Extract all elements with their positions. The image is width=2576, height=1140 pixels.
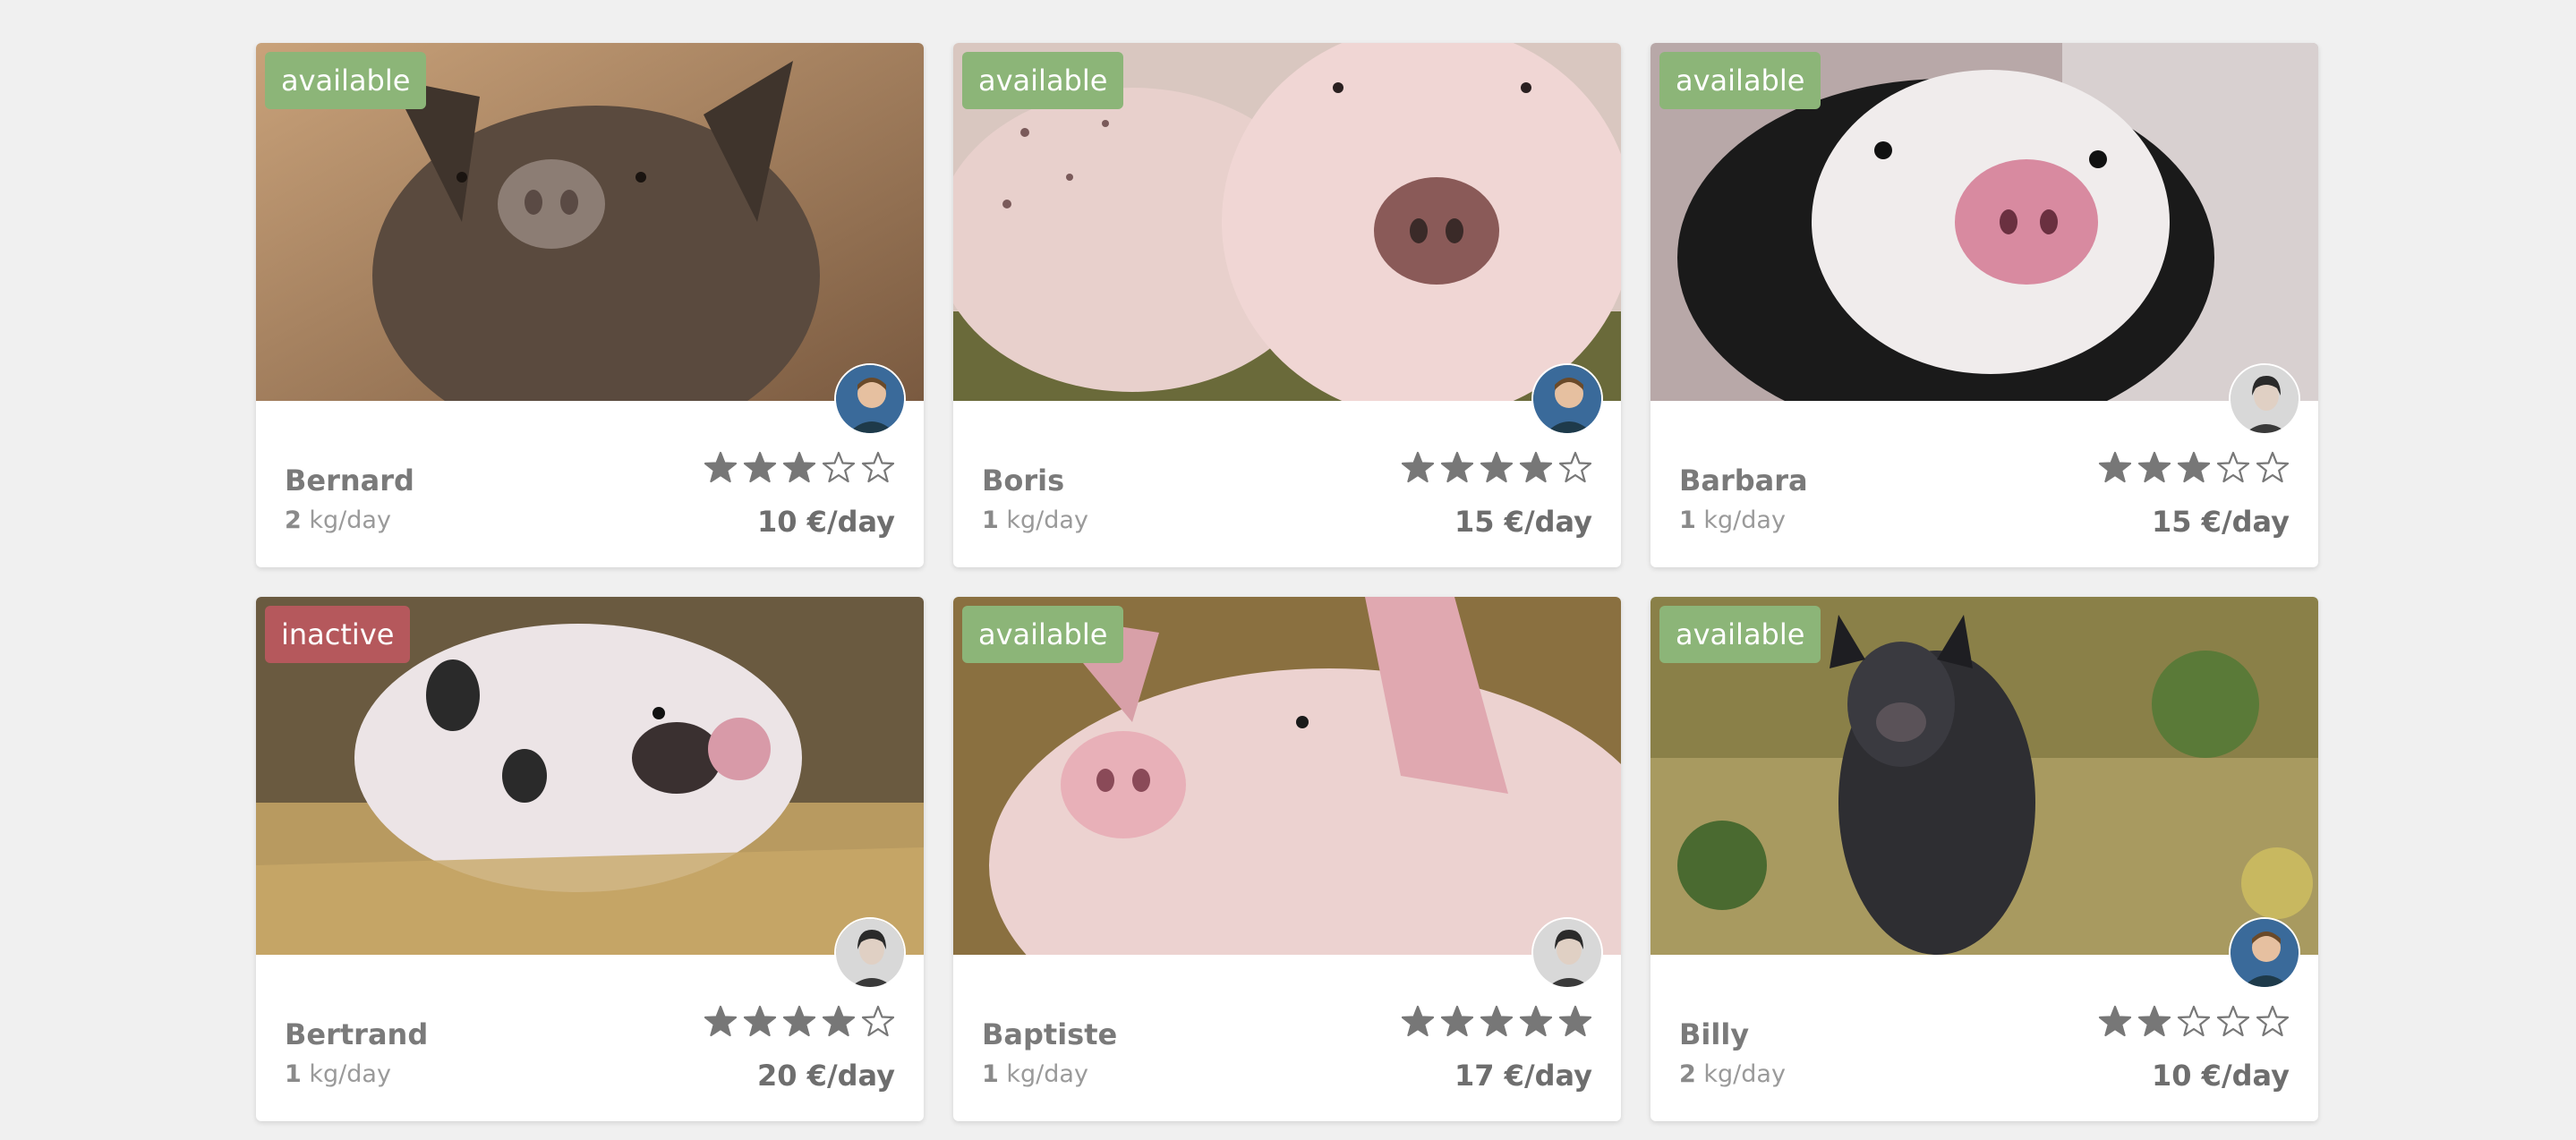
star-filled-icon: [782, 451, 816, 483]
feed-unit: kg/day: [1006, 506, 1088, 534]
star-filled-icon: [1519, 451, 1553, 483]
feed-unit: kg/day: [1703, 1060, 1786, 1088]
status-badge: available: [1659, 52, 1821, 109]
feed-amount: 1: [1679, 506, 1696, 534]
pig-feed: 2 kg/day: [1679, 1060, 1786, 1088]
star-empty-icon: [2177, 1005, 2211, 1037]
star-filled-icon: [1558, 1005, 1592, 1037]
star-filled-icon: [2177, 451, 2211, 483]
feed-unit: kg/day: [309, 1060, 391, 1088]
star-empty-icon: [822, 451, 856, 483]
pig-price: 10 €/day: [757, 505, 895, 539]
pig-price: 17 €/day: [1454, 1059, 1592, 1093]
star-empty-icon: [2256, 1005, 2290, 1037]
pig-card-grid: available Bernard 2 kg/day 10 €/day avai…: [256, 43, 2318, 1121]
pig-name: Boris: [982, 464, 1065, 498]
star-filled-icon: [2098, 1005, 2132, 1037]
pig-price: 20 €/day: [757, 1059, 895, 1093]
star-empty-icon: [1558, 451, 1592, 483]
pig-info: Barbara 1 kg/day 15 €/day: [1651, 401, 2318, 567]
star-filled-icon: [743, 451, 777, 483]
star-empty-icon: [861, 451, 895, 483]
status-badge: available: [1659, 606, 1821, 663]
pig-info: Bernard 2 kg/day 10 €/day: [256, 401, 924, 567]
star-empty-icon: [2216, 1005, 2250, 1037]
feed-amount: 1: [982, 506, 999, 534]
star-filled-icon: [822, 1005, 856, 1037]
feed-unit: kg/day: [309, 506, 391, 534]
pig-price: 15 €/day: [1454, 505, 1592, 539]
star-filled-icon: [1480, 451, 1514, 483]
star-filled-icon: [2137, 1005, 2171, 1037]
rating-stars: [704, 451, 895, 485]
star-filled-icon: [2137, 451, 2171, 483]
pig-card[interactable]: available Billy 2 kg/day 10 €/day: [1651, 597, 2318, 1121]
status-badge: available: [265, 52, 427, 109]
feed-unit: kg/day: [1006, 1060, 1088, 1088]
pig-info: Billy 2 kg/day 10 €/day: [1651, 955, 2318, 1121]
rating-stars: [704, 1005, 895, 1039]
star-filled-icon: [1480, 1005, 1514, 1037]
star-empty-icon: [2216, 451, 2250, 483]
star-filled-icon: [743, 1005, 777, 1037]
pig-card[interactable]: available Bernard 2 kg/day 10 €/day: [256, 43, 924, 567]
status-badge: inactive: [265, 606, 411, 663]
feed-amount: 2: [285, 506, 302, 534]
star-filled-icon: [1401, 1005, 1435, 1037]
pig-name: Bertrand: [285, 1017, 429, 1051]
pig-card[interactable]: available Barbara 1 kg/day 15 €/day: [1651, 43, 2318, 567]
rating-stars: [2098, 451, 2290, 485]
pig-info: Boris 1 kg/day 15 €/day: [953, 401, 1621, 567]
pig-name: Bernard: [285, 464, 414, 498]
pig-feed: 1 kg/day: [982, 506, 1088, 534]
feed-amount: 1: [982, 1060, 999, 1088]
star-filled-icon: [1401, 451, 1435, 483]
pig-price: 10 €/day: [2152, 1059, 2290, 1093]
pig-feed: 2 kg/day: [285, 506, 391, 534]
star-filled-icon: [704, 1005, 738, 1037]
star-filled-icon: [2098, 451, 2132, 483]
pig-card[interactable]: available Boris 1 kg/day 15 €/day: [953, 43, 1621, 567]
pig-name: Billy: [1679, 1017, 1750, 1051]
pig-name: Barbara: [1679, 464, 1808, 498]
feed-amount: 2: [1679, 1060, 1696, 1088]
pig-feed: 1 kg/day: [285, 1060, 391, 1088]
rating-stars: [1401, 1005, 1592, 1039]
pig-card[interactable]: inactive Bertrand 1 kg/day 20 €/day: [256, 597, 924, 1121]
pig-price: 15 €/day: [2152, 505, 2290, 539]
rating-stars: [1401, 451, 1592, 485]
feed-unit: kg/day: [1703, 506, 1786, 534]
status-badge: available: [962, 52, 1124, 109]
pig-feed: 1 kg/day: [1679, 506, 1786, 534]
pig-info: Bertrand 1 kg/day 20 €/day: [256, 955, 924, 1121]
star-filled-icon: [704, 451, 738, 483]
pig-info: Baptiste 1 kg/day 17 €/day: [953, 955, 1621, 1121]
pig-name: Baptiste: [982, 1017, 1118, 1051]
rating-stars: [2098, 1005, 2290, 1039]
star-empty-icon: [861, 1005, 895, 1037]
star-filled-icon: [1440, 451, 1474, 483]
pig-feed: 1 kg/day: [982, 1060, 1088, 1088]
star-filled-icon: [782, 1005, 816, 1037]
star-filled-icon: [1519, 1005, 1553, 1037]
star-empty-icon: [2256, 451, 2290, 483]
pig-card[interactable]: available Baptiste 1 kg/day 17 €/day: [953, 597, 1621, 1121]
star-filled-icon: [1440, 1005, 1474, 1037]
feed-amount: 1: [285, 1060, 302, 1088]
status-badge: available: [962, 606, 1124, 663]
